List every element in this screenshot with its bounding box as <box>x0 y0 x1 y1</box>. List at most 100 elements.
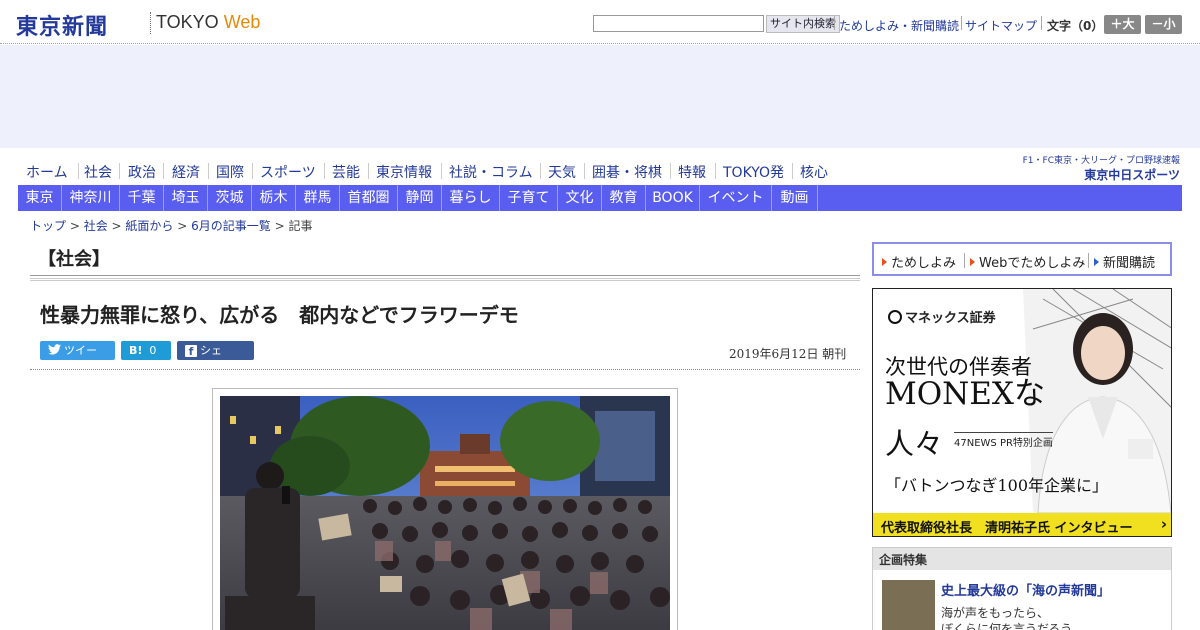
monex-interview-bar[interactable]: 代表取締役社長 清明祐子氏 インタビュー › <box>873 513 1171 536</box>
regional-nav-item[interactable]: 茨城 <box>208 185 252 211</box>
regional-nav-item[interactable]: 東京 <box>18 185 62 211</box>
logo-en-main: TOKYO <box>156 12 224 32</box>
site-logo[interactable]: 東京新聞 <box>16 9 108 41</box>
regional-nav-item[interactable]: BOOK <box>646 185 700 211</box>
monex-quote: 「バトンつなぎ100年企業に」 <box>885 476 1109 495</box>
article-photo[interactable] <box>220 396 670 630</box>
regional-nav-item[interactable]: 神奈川 <box>62 185 120 211</box>
regional-nav-item[interactable]: 文化 <box>558 185 602 211</box>
nav-tokyo-hatsu[interactable]: TOKYO発 <box>723 162 784 182</box>
arrow-icon <box>1094 258 1099 266</box>
nav-divider <box>368 163 369 179</box>
nav-divider <box>252 163 253 179</box>
article-headline: 性暴力無罪に怒り、広がる 都内などでフラワーデモ <box>40 303 519 327</box>
facebook-share-button[interactable]: f シェア 68 <box>177 341 254 376</box>
subscription-divider <box>1088 253 1089 268</box>
breadcrumb-link[interactable]: 紙面から <box>125 219 173 233</box>
nav-home[interactable]: ホーム <box>26 162 68 182</box>
header-divider <box>1041 16 1042 30</box>
breadcrumb-link[interactable]: トップ <box>30 219 66 233</box>
site-header: 東京新聞 TOKYO Web サイト内検索 ためしよみ・新聞購読 サイトマップ … <box>0 0 1200 44</box>
trial-link[interactable]: ためしよみ <box>882 252 956 271</box>
search-input[interactable] <box>593 15 764 32</box>
nav-special-report[interactable]: 特報 <box>678 162 706 182</box>
regional-nav-item[interactable]: 群馬 <box>296 185 340 211</box>
regional-nav-item[interactable]: 教育 <box>602 185 646 211</box>
web-trial-link[interactable]: Webでためしよみ <box>970 252 1085 271</box>
protest-crowd-photo <box>220 396 670 630</box>
chunichi-tagline: F1・FC東京・大リーグ・プロ野球速報 <box>1022 156 1180 166</box>
nav-sports[interactable]: スポーツ <box>260 162 316 182</box>
nav-tokyo-info[interactable]: 東京情報 <box>376 162 432 182</box>
section-divider <box>30 275 860 281</box>
trial-label: ためしよみ <box>891 256 957 271</box>
breadcrumb-link[interactable]: 社会 <box>84 219 108 233</box>
nav-economy[interactable]: 経済 <box>172 162 200 182</box>
nav-divider <box>78 163 79 179</box>
regional-nav-item[interactable]: 暮らし <box>442 185 500 211</box>
feature-box: 企画特集 史上最大級の「海の声新聞」 海が声をもったら、 ぼくらに何を言うだろう… <box>872 547 1172 630</box>
chunichi-sports-banner[interactable]: F1・FC東京・大リーグ・プロ野球速報 東京中日スポーツ <box>1020 153 1180 183</box>
regional-nav-item[interactable]: 動画 <box>772 185 818 211</box>
nav-divider <box>208 163 209 179</box>
monex-pr-label: 47NEWS PR特別企画 <box>954 432 1053 449</box>
nav-divider <box>163 163 164 179</box>
font-smaller-button[interactable]: －小 <box>1145 15 1182 34</box>
feature-headline[interactable]: 史上最大級の「海の声新聞」 <box>941 580 1110 599</box>
site-logo-en[interactable]: TOKYO Web <box>156 12 260 33</box>
regional-nav: 東京 神奈川 千葉 埼玉 茨城 栃木 群馬 首都圏 静岡 暮らし 子育て 文化 … <box>18 185 1182 211</box>
sitemap-link[interactable]: サイトマップ <box>965 17 1037 34</box>
breadcrumb-link[interactable]: 6月の記事一覧 <box>191 219 271 233</box>
ad-banner-area <box>0 45 1200 148</box>
trial-subscribe-link[interactable]: ためしよみ・新聞購読 <box>839 17 959 34</box>
nav-politics[interactable]: 政治 <box>128 162 156 182</box>
monex-logo-text: マネックス証券 <box>905 311 996 326</box>
section-heading: 【社会】 <box>38 249 110 270</box>
nav-divider <box>670 163 671 179</box>
web-trial-label: Webでためしよみ <box>979 256 1086 271</box>
article-date: 2019年6月12日 朝刊 <box>729 347 847 361</box>
monex-ad[interactable]: マネックス証券 次世代の伴奏者 MONEXな 人々 47NEWS PR特別企画 … <box>872 288 1172 537</box>
regional-nav-item[interactable]: イベント <box>700 185 772 211</box>
regional-nav-item[interactable]: 静岡 <box>398 185 442 211</box>
tweet-button[interactable]: ツイート <box>40 341 115 376</box>
subscribe-link[interactable]: 新聞購読 <box>1094 252 1155 271</box>
feature-thumbnail[interactable] <box>882 580 935 630</box>
regional-nav-item[interactable]: 首都圏 <box>340 185 398 211</box>
hatena-count: 0 <box>149 344 157 357</box>
arrow-icon <box>970 258 975 266</box>
nav-go-shogi[interactable]: 囲碁・将棋 <box>592 162 662 182</box>
font-bigger-button[interactable]: ＋大 <box>1104 15 1141 34</box>
feature-description: ぼくらに何を言うだろう。 <box>941 622 1084 630</box>
regional-nav-item[interactable]: 埼玉 <box>164 185 208 211</box>
breadcrumb-separator: > <box>66 219 84 233</box>
regional-nav-item[interactable]: 栃木 <box>252 185 296 211</box>
nav-divider <box>792 163 793 179</box>
breadcrumb-separator: > <box>270 219 289 233</box>
regional-nav-item[interactable]: 千葉 <box>120 185 164 211</box>
monex-brand-icon <box>888 310 902 324</box>
nav-international[interactable]: 国際 <box>216 162 244 182</box>
monex-headline-3: 人々 <box>885 427 944 461</box>
subscription-box: ためしよみ Webでためしよみ 新聞購読 <box>872 242 1172 276</box>
nav-divider <box>540 163 541 179</box>
nav-divider <box>584 163 585 179</box>
chevron-right-icon: › <box>1160 515 1167 533</box>
feature-box-title: 企画特集 <box>873 548 1171 570</box>
article-photo-frame <box>212 388 678 630</box>
nav-editorial[interactable]: 社説・コラム <box>449 162 533 182</box>
hatena-bookmark-button[interactable]: B! 0 <box>121 341 171 360</box>
nav-weather[interactable]: 天気 <box>548 162 576 182</box>
logo-en-web: Web <box>223 12 261 32</box>
nav-entertainment[interactable]: 芸能 <box>332 162 360 182</box>
nav-divider <box>324 163 325 179</box>
date-divider <box>30 369 860 370</box>
regional-nav-item[interactable]: 子育て <box>500 185 558 211</box>
nav-divider <box>119 163 120 179</box>
site-search-button[interactable]: サイト内検索 <box>766 15 840 33</box>
nav-kakushin[interactable]: 核心 <box>800 162 828 182</box>
font-size-label: 文字（0） <box>1047 19 1104 33</box>
nav-divider <box>715 163 716 179</box>
chunichi-logo: 東京中日スポーツ <box>1084 168 1180 182</box>
nav-society[interactable]: 社会 <box>84 162 112 182</box>
